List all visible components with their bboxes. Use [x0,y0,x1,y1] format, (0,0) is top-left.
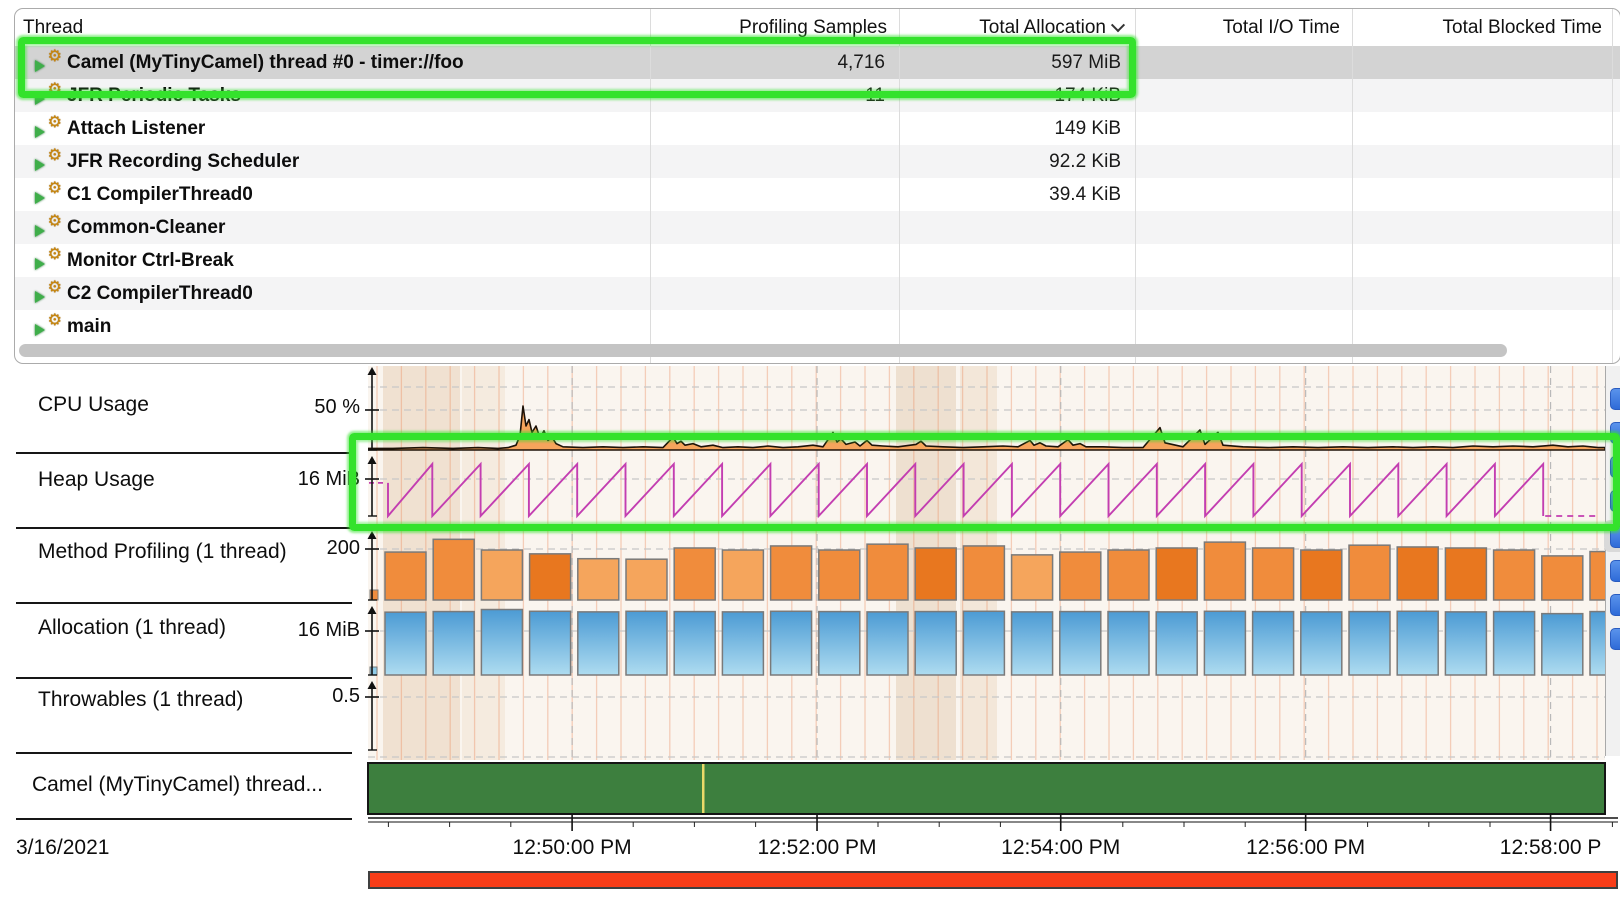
allocation-bar[interactable] [530,611,571,675]
lane-label: Heap Usage [38,468,155,492]
allocation-bar[interactable] [819,612,860,675]
column-header-profiling-samples[interactable]: Profiling Samples [659,9,899,46]
lane-label: Method Profiling (1 thread) [38,540,287,564]
method-profiling-bar[interactable] [963,546,1004,600]
method-profiling-bar[interactable] [1445,548,1486,600]
method-profiling-bar[interactable] [1204,542,1245,600]
time-tick-label: 12:52:00 PM [707,836,927,860]
allocation-bar[interactable] [1204,611,1245,675]
panel-button-1[interactable] [1610,388,1620,410]
method-profiling-bar[interactable] [1397,547,1438,600]
allocation-bar[interactable] [1012,612,1053,675]
column-header-total-allocation[interactable]: Total Allocation [899,9,1135,46]
allocation-bar[interactable] [963,611,1004,675]
allocation-bar[interactable] [626,611,667,675]
column-header-total-blocked-time[interactable]: Total Blocked Time [1352,9,1614,46]
panel-button-6[interactable] [1610,560,1620,582]
allocation-bar[interactable] [867,612,908,675]
allocation-bar[interactable] [1108,612,1149,675]
lane-axis-value: 0.5 [332,685,360,708]
method-profiling-bar[interactable] [1301,550,1342,600]
column-divider [899,9,900,363]
thread-activity-bar[interactable] [368,763,1605,814]
lane-label: Camel (MyTinyCamel) thread... [32,773,323,797]
method-profiling-bar[interactable] [1542,556,1583,600]
allocation-bar[interactable] [771,611,812,675]
panel-button-3[interactable] [1610,456,1620,478]
method-profiling-bar[interactable] [1349,545,1390,600]
lane-row: Allocation (1 thread)16 MiB [16,605,352,679]
lane-axis-value: 16 MiB [298,619,360,642]
time-tick-label: 12:58:00 P [1441,836,1620,860]
column-divider [650,9,651,363]
allocation-bar[interactable] [433,612,474,675]
allocation-bar[interactable] [722,612,763,675]
lane-row: CPU Usage50 % [16,368,352,454]
allocation-bar[interactable] [1156,612,1197,675]
allocation-bar[interactable] [481,610,522,675]
method-profiling-bar[interactable] [385,552,426,600]
allocation-bar[interactable] [1060,612,1101,675]
method-profiling-bar[interactable] [433,539,474,600]
method-profiling-bar[interactable] [722,550,763,600]
method-profiling-bar[interactable] [481,550,522,600]
method-profiling-bar[interactable] [1012,555,1053,600]
method-profiling-bar[interactable] [1156,548,1197,600]
method-profiling-bar[interactable] [578,559,619,600]
method-profiling-bar[interactable] [530,554,571,600]
event-marker [702,764,705,813]
allocation-bar[interactable] [578,612,619,675]
allocation-bar[interactable] [385,612,426,675]
lane-label: CPU Usage [38,393,149,417]
lane-axis-value: 16 MiB [298,468,360,491]
lane-axis-value: 200 [327,537,360,560]
lane-row: Camel (MyTinyCamel) thread... [16,755,352,820]
method-profiling-bar[interactable] [819,550,860,600]
allocation-bar[interactable] [674,612,715,675]
column-divider [1135,9,1136,363]
column-header-thread[interactable]: Thread [23,9,643,46]
allocation-stub [370,667,377,675]
panel-button-2[interactable] [1610,422,1620,444]
column-header-total-i-o-time[interactable]: Total I/O Time [1135,9,1352,46]
time-tick-label: 12:56:00 PM [1196,836,1416,860]
method-profiling-bar[interactable] [1060,552,1101,600]
lane-axis-value: 50 % [314,396,360,419]
allocation-bar[interactable] [1253,612,1294,675]
lane-row: Throwables (1 thread)0.5 [16,680,352,754]
allocation-bar[interactable] [1494,612,1535,675]
method-profiling-bar[interactable] [674,548,715,600]
method-profiling-bar[interactable] [626,559,667,600]
panel-button-5[interactable] [1610,526,1620,548]
method-profiling-bar[interactable] [1253,548,1294,600]
method-profiling-bar[interactable] [915,548,956,600]
time-tick-label: 12:54:00 PM [951,836,1171,860]
allocation-bar[interactable] [1301,612,1342,675]
table-horizontal-scrollbar[interactable] [19,344,1507,357]
allocation-bar[interactable] [1445,612,1486,675]
profiler-window: ThreadProfiling SamplesTotal AllocationT… [0,0,1620,904]
allocation-bar[interactable] [1542,614,1583,675]
time-tick-label: 12:50:00 PM [462,836,682,860]
column-divider [1612,9,1613,363]
panel-button-8[interactable] [1610,628,1620,650]
method-profiling-bar[interactable] [1494,550,1535,600]
lane-label: Throwables (1 thread) [38,688,243,712]
method-profiling-bar[interactable] [771,546,812,600]
lane-label: Allocation (1 thread) [38,616,226,640]
timeline-range-scrollbar[interactable] [369,872,1617,888]
date-label: 3/16/2021 [16,836,109,860]
panel-button-4[interactable] [1610,490,1620,512]
method-profiling-bar[interactable] [1108,550,1149,600]
column-divider [1352,9,1353,363]
allocation-bar[interactable] [915,612,956,675]
allocation-bar[interactable] [1397,611,1438,675]
method-profiling-bar[interactable] [867,544,908,600]
sort-desc-icon [1111,18,1125,32]
panel-button-7[interactable] [1610,594,1620,616]
lane-row: Heap Usage16 MiB [16,455,352,529]
allocation-bar[interactable] [1349,612,1390,675]
lane-row: Method Profiling (1 thread)200 [16,530,352,604]
